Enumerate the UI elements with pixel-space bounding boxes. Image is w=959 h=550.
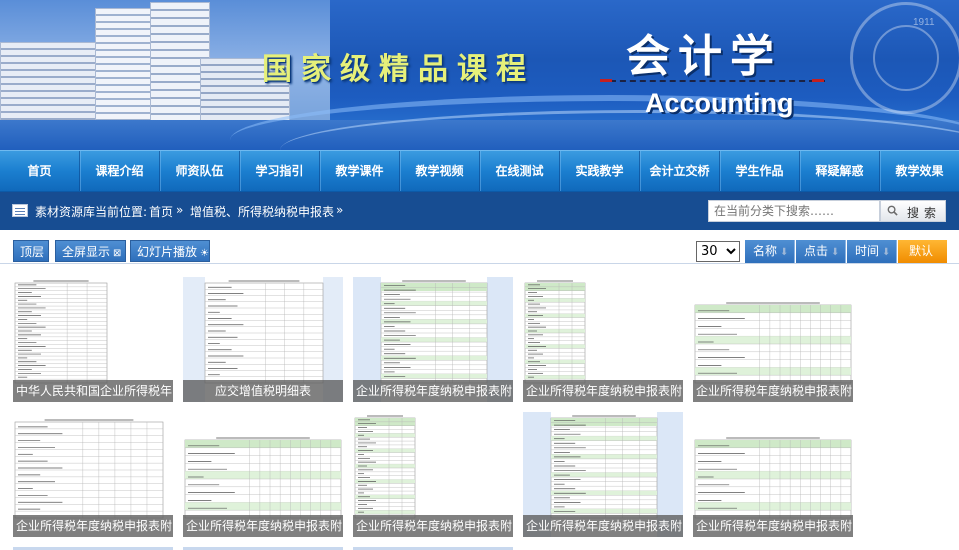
nav-item-teaching-results[interactable]: 教学效果 bbox=[880, 151, 959, 191]
fullscreen-button[interactable]: 全屏显示 ⊠ bbox=[55, 240, 126, 262]
nav-item-student-works[interactable]: 学生作品 bbox=[720, 151, 800, 191]
thumbnail-item[interactable]: 中华人民共和国企业所得税年 bbox=[13, 277, 173, 402]
thumbnail-item[interactable]: 应交增值税明细表 bbox=[183, 277, 343, 402]
breadcrumb-separator: » bbox=[336, 203, 344, 217]
site-banner: 国家级精品课程 会计学 Accounting 1911 bbox=[0, 0, 959, 150]
nav-item-study-guide[interactable]: 学习指引 bbox=[240, 151, 320, 191]
sort-name-label: 名称 bbox=[753, 244, 778, 258]
sort-by-time-button[interactable]: 时间 ⬇ bbox=[847, 240, 897, 263]
nav-item-courseware[interactable]: 教学课件 bbox=[320, 151, 400, 191]
thumbnail-caption: 企业所得税年度纳税申报表附 bbox=[353, 515, 513, 537]
search-button[interactable]: 搜索 bbox=[880, 200, 946, 222]
down-arrow-icon: ⬇ bbox=[882, 247, 891, 258]
slideshow-label: 幻灯片播放 bbox=[137, 245, 198, 259]
sun-icon: ☀ bbox=[200, 248, 209, 259]
subject-title: 会计学 bbox=[626, 31, 782, 82]
down-arrow-icon: ⬇ bbox=[831, 247, 840, 258]
sort-clicks-label: 点击 bbox=[804, 244, 829, 258]
nav-item-faculty[interactable]: 师资队伍 bbox=[160, 151, 240, 191]
breadcrumb-home-link[interactable]: 首页 bbox=[149, 203, 173, 220]
sort-time-label: 时间 bbox=[855, 244, 880, 258]
course-title: 国家级精品课程 bbox=[262, 52, 535, 87]
search-input[interactable] bbox=[708, 200, 880, 222]
title-divider-accent bbox=[600, 79, 612, 82]
thumbnail-caption: 企业所得税年度纳税申报表附 bbox=[523, 515, 683, 537]
nav-item-videos[interactable]: 教学视频 bbox=[400, 151, 480, 191]
sort-default-button[interactable]: 默认 bbox=[898, 240, 947, 263]
nav-item-qa[interactable]: 释疑解惑 bbox=[800, 151, 880, 191]
thumbnail-item[interactable]: 企业所得税年度纳税申报表附 bbox=[183, 412, 343, 537]
title-divider bbox=[600, 80, 825, 82]
search-button-label: 搜索 bbox=[907, 206, 942, 220]
subject-title-english: Accounting bbox=[645, 88, 794, 118]
thumbnail-item[interactable]: 企业所得税年度纳税申报表附 bbox=[523, 412, 683, 537]
top-level-label: 顶层 bbox=[20, 245, 45, 259]
thumbnail-caption: 企业所得税年度纳税申报表附 bbox=[693, 380, 853, 402]
thumbnail-item[interactable]: 企业所得税年度纳税申报表附 bbox=[353, 277, 513, 402]
sort-by-clicks-button[interactable]: 点击 ⬇ bbox=[796, 240, 846, 263]
sort-by-name-button[interactable]: 名称 ⬇ bbox=[745, 240, 795, 263]
thumbnail-caption: 中华人民共和国企业所得税年 bbox=[13, 380, 173, 402]
title-divider-accent bbox=[812, 79, 824, 82]
thumbnail-item[interactable]: 企业所得税年度纳税申报表附 bbox=[523, 277, 683, 402]
sort-default-label: 默认 bbox=[909, 244, 934, 258]
campus-building-image bbox=[0, 42, 110, 130]
thumbnail-item[interactable]: 企业所得税年度纳税申报表附 bbox=[693, 412, 853, 537]
thumbnail-caption: 企业所得税年度纳税申报表附 bbox=[183, 515, 343, 537]
nav-item-accounting-bridge[interactable]: 会计立交桥 bbox=[640, 151, 720, 191]
thumbnail-item[interactable]: 企业所得税年度纳税申报表附 bbox=[353, 412, 513, 537]
thumbnail-caption: 企业所得税年度纳税申报表附 bbox=[353, 380, 513, 402]
page-size-select[interactable]: 30 bbox=[696, 241, 740, 262]
location-prefix: 素材资源库当前位置: bbox=[35, 205, 148, 219]
toolbar-divider bbox=[0, 263, 959, 264]
seal-year: 1911 bbox=[913, 17, 935, 28]
down-arrow-icon: ⬇ bbox=[780, 247, 789, 258]
breadcrumb-separator: » bbox=[176, 203, 184, 217]
list-icon bbox=[12, 204, 28, 217]
thumbnail-caption: 应交增值税明细表 bbox=[183, 380, 343, 402]
fullscreen-label: 全屏显示 bbox=[62, 245, 111, 259]
nav-item-online-test[interactable]: 在线测试 bbox=[480, 151, 560, 191]
thumbnail-caption: 企业所得税年度纳税申报表附 bbox=[693, 515, 853, 537]
nav-item-home[interactable]: 首页 bbox=[0, 151, 80, 191]
top-level-button[interactable]: 顶层 bbox=[13, 240, 49, 262]
nav-item-course-intro[interactable]: 课程介绍 bbox=[80, 151, 160, 191]
breadcrumb-category-link[interactable]: 增值税、所得税纳税申报表 bbox=[190, 203, 334, 220]
fullscreen-icon: ⊠ bbox=[113, 248, 122, 259]
thumbnail-item[interactable]: 企业所得税年度纳税申报表附 bbox=[13, 412, 173, 537]
thumbnail-caption: 企业所得税年度纳税申报表附 bbox=[523, 380, 683, 402]
main-nav: 首页 课程介绍 师资队伍 学习指引 教学课件 教学视频 在线测试 实践教学 会计… bbox=[0, 150, 959, 192]
thumbnail-item[interactable]: 企业所得税年度纳税申报表附 bbox=[693, 277, 853, 402]
nav-item-practice[interactable]: 实践教学 bbox=[560, 151, 640, 191]
magnifier-icon bbox=[887, 205, 898, 216]
slideshow-button[interactable]: 幻灯片播放 ☀ bbox=[130, 240, 210, 262]
thumbnail-caption: 企业所得税年度纳税申报表附 bbox=[13, 515, 173, 537]
university-seal-inner bbox=[873, 25, 939, 91]
